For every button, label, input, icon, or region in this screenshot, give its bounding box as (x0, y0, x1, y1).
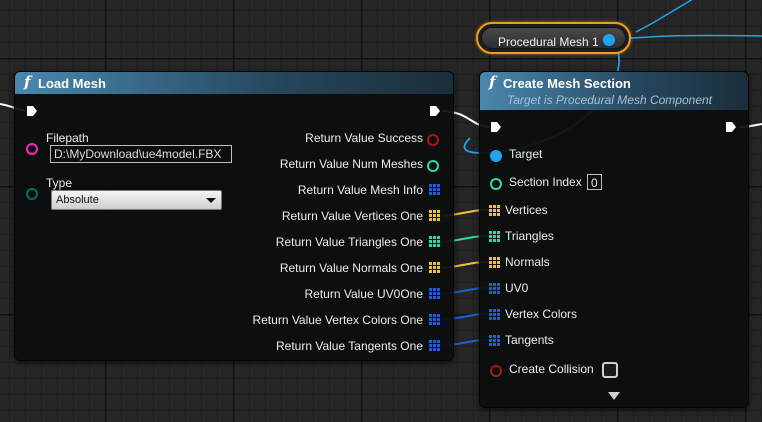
vertices-label: Vertices (505, 203, 548, 217)
output-label-uv0: Return Value UV0One (304, 287, 423, 301)
output-pin-success[interactable] (427, 134, 439, 146)
function-icon: f (24, 73, 31, 91)
output-pin-triangles[interactable] (429, 236, 441, 248)
create-collision-pin[interactable] (490, 365, 502, 377)
create-mesh-section-title: Create Mesh Section (503, 76, 631, 91)
output-pin-vertex-colors[interactable] (429, 314, 441, 326)
section-index-field[interactable]: 0 (587, 174, 602, 190)
exec-out-pin[interactable] (725, 121, 737, 133)
create-mesh-section-subtitle: Target is Procedural Mesh Component (507, 93, 712, 107)
type-dropdown[interactable]: Absolute (51, 190, 222, 210)
vertex-colors-label: Vertex Colors (505, 307, 578, 321)
target-pin[interactable] (490, 150, 502, 162)
normals-label: Normals (505, 255, 550, 269)
load-mesh-title: Load Mesh (38, 76, 106, 91)
create-collision-label: Create Collision (509, 362, 594, 376)
variable-node-label: Procedural Mesh 1 (498, 35, 599, 49)
triangles-pin[interactable] (489, 231, 501, 243)
filepath-field[interactable]: D:\MyDownload\ue4model.FBX (50, 145, 232, 163)
output-label-success: Return Value Success (305, 131, 423, 145)
section-index-label: Section Index (509, 175, 582, 189)
vertex-colors-pin[interactable] (489, 309, 501, 321)
output-label-mesh-info: Return Value Mesh Info (297, 183, 423, 197)
object-wire-offscreen (611, 34, 762, 40)
chevron-down-icon (206, 198, 216, 203)
object-wire-top (635, 0, 693, 33)
output-label-num-meshes: Return Value Num Meshes (279, 157, 423, 171)
output-pin-mesh-info[interactable] (429, 184, 441, 196)
uv0-pin[interactable] (489, 283, 501, 295)
expand-advanced-arrow-icon[interactable] (608, 392, 620, 400)
function-icon: f (489, 73, 496, 91)
section-index-pin[interactable] (490, 178, 502, 190)
output-pin-vertices[interactable] (429, 210, 441, 222)
triangles-label: Triangles (505, 229, 554, 243)
output-label-normals: Return Value Normals One (279, 261, 423, 275)
type-dropdown-value: Absolute (56, 194, 99, 206)
filepath-pin[interactable] (26, 143, 38, 155)
create-collision-checkbox[interactable] (602, 362, 618, 378)
output-label-tangents: Return Value Tangents One (276, 339, 423, 353)
output-pin-uv0[interactable] (429, 288, 441, 300)
load-mesh-header[interactable]: f Load Mesh (15, 72, 453, 94)
output-pin-num-meshes[interactable] (427, 160, 439, 172)
exec-out-pin[interactable] (429, 105, 441, 117)
type-label: Type (46, 176, 73, 190)
target-label: Target (509, 147, 543, 161)
tangents-label: Tangents (505, 333, 554, 347)
create-mesh-section-node[interactable]: f Create Mesh Section Target is Procedur… (479, 71, 749, 408)
output-label-triangles: Return Value Triangles One (275, 235, 423, 249)
procedural-mesh-variable-node[interactable]: Procedural Mesh 1 (476, 22, 631, 54)
output-label-vertex-colors: Return Value Vertex Colors One (252, 313, 423, 327)
exec-in-pin[interactable] (26, 105, 38, 117)
output-pin-tangents[interactable] (429, 340, 441, 352)
exec-in-pin[interactable] (490, 121, 502, 133)
variable-output-pin[interactable] (603, 34, 615, 46)
tangents-pin[interactable] (489, 335, 501, 347)
uv0-label: UV0 (505, 281, 529, 295)
type-pin[interactable] (26, 188, 38, 200)
vertices-pin[interactable] (489, 205, 501, 217)
output-label-vertices: Return Value Vertices One (281, 209, 423, 223)
output-pin-normals[interactable] (429, 262, 441, 274)
filepath-label: Filepath (46, 131, 89, 145)
load-mesh-node[interactable]: f Load Mesh Filepath D:\MyDownload\ue4mo… (14, 71, 454, 361)
normals-pin[interactable] (489, 257, 501, 269)
create-mesh-section-header[interactable]: f Create Mesh Section Target is Procedur… (480, 72, 748, 110)
